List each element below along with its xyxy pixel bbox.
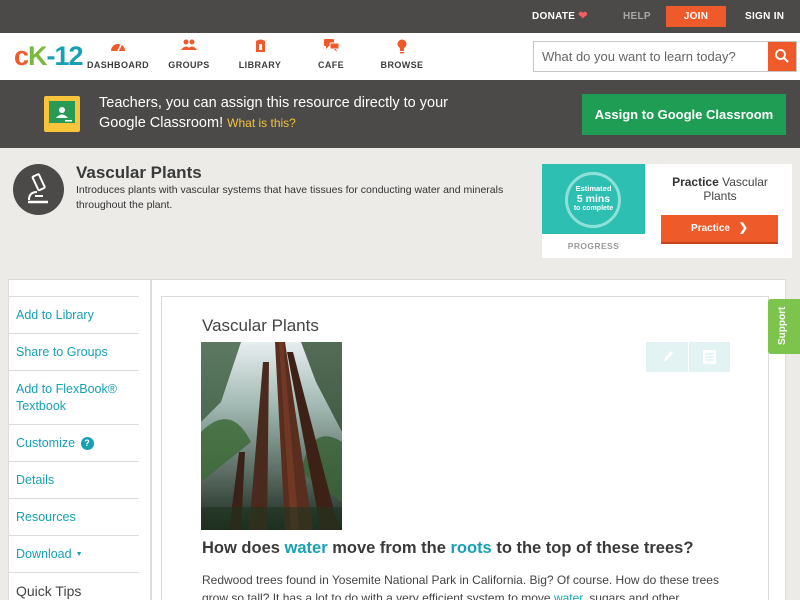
- cafe-icon: [291, 39, 371, 55]
- quick-tips-heading: Quick Tips: [8, 572, 139, 600]
- microscope-icon: [13, 164, 64, 215]
- nav-browse[interactable]: BROWSE: [362, 39, 442, 70]
- sidebar-item-share-to-groups[interactable]: Share to Groups: [8, 333, 139, 370]
- top-bar: DONATE ❤ HELP JOIN SIGN IN: [0, 0, 800, 33]
- sidebar-item-add-to-flexbook[interactable]: Add to FlexBook® Textbook: [8, 370, 139, 424]
- google-classroom-icon: [44, 96, 80, 132]
- redwood-trees-image: [201, 342, 342, 530]
- help-icon[interactable]: ?: [80, 437, 94, 450]
- google-classroom-banner: Teachers, you can assign this resource d…: [0, 80, 800, 148]
- library-icon: [220, 39, 300, 55]
- main-header: cK-12 DASHBOARD GROUPS LIBRARY CAFE BROW…: [0, 33, 800, 80]
- assign-google-classroom-button[interactable]: Assign to Google Classroom: [582, 94, 786, 135]
- practice-card: Estimated 5 mins to complete PROGRESS Pr…: [542, 164, 792, 258]
- help-link[interactable]: HELP: [623, 0, 651, 33]
- caret-down-icon: ▼: [75, 551, 83, 558]
- progress-label: PROGRESS: [567, 241, 620, 251]
- concept-description: Introduces plants with vascular systems …: [76, 184, 504, 211]
- nav-cafe[interactable]: CAFE: [291, 39, 371, 70]
- annotation-tools: [646, 342, 730, 372]
- vocab-link-water-2[interactable]: water: [554, 591, 583, 600]
- join-button[interactable]: JOIN: [666, 6, 726, 27]
- ck12-logo[interactable]: cK-12: [14, 39, 84, 73]
- vocab-link-water[interactable]: water: [285, 539, 328, 557]
- classroom-message: Teachers, you can assign this resource d…: [99, 95, 448, 131]
- nav-dashboard[interactable]: DASHBOARD: [78, 39, 158, 70]
- practice-label: Practice Vascular Plants: [672, 175, 768, 203]
- panel-divider: [150, 279, 152, 600]
- nav-library[interactable]: LIBRARY: [220, 39, 300, 70]
- practice-button[interactable]: Practice ❯: [661, 215, 778, 244]
- estimated-time-badge: Estimated 5 mins to complete: [542, 164, 645, 234]
- donate-link[interactable]: DONATE ❤: [532, 0, 588, 33]
- sidebar: Add to Library Share to Groups Add to Fl…: [8, 296, 139, 600]
- what-is-this-link[interactable]: What is this?: [227, 116, 296, 130]
- search-button[interactable]: [768, 42, 796, 71]
- sidebar-item-details[interactable]: Details: [8, 461, 139, 498]
- sidebar-item-download[interactable]: Download ▼: [8, 535, 139, 572]
- chevron-right-icon: ❯: [738, 222, 748, 234]
- nav-groups[interactable]: GROUPS: [149, 39, 229, 70]
- lesson-paragraph: Redwood trees found in Yosemite National…: [202, 571, 742, 600]
- vocab-link-roots[interactable]: roots: [450, 539, 491, 557]
- search-input[interactable]: [534, 42, 768, 71]
- search-icon: [775, 49, 789, 63]
- support-tab[interactable]: Support: [768, 299, 800, 354]
- sidebar-item-add-to-library[interactable]: Add to Library: [8, 296, 139, 333]
- dashboard-icon: [78, 39, 158, 55]
- lesson-question: How does water move from the roots to th…: [202, 539, 694, 557]
- search-box: [533, 41, 797, 72]
- pencil-icon[interactable]: [646, 342, 688, 372]
- concept-title: Vascular Plants: [76, 163, 202, 182]
- sidebar-item-customize[interactable]: Customize ?: [8, 424, 139, 461]
- groups-icon: [149, 39, 229, 55]
- sidebar-item-resources[interactable]: Resources: [8, 498, 139, 535]
- sign-in-link[interactable]: SIGN IN: [745, 0, 784, 33]
- donate-label: DONATE: [532, 11, 576, 22]
- browse-icon: [362, 39, 442, 55]
- heart-icon: ❤: [578, 10, 588, 22]
- notes-icon[interactable]: [689, 342, 730, 372]
- content-title: Vascular Plants: [202, 316, 319, 335]
